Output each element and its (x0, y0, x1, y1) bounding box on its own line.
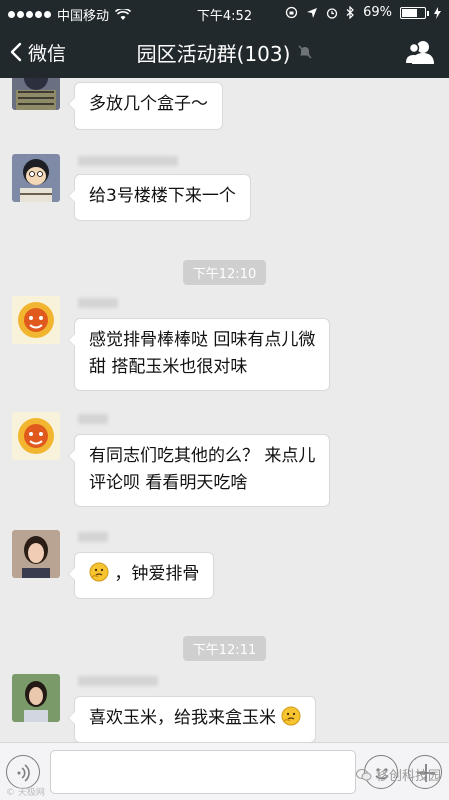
wifi-icon (115, 8, 132, 20)
message-text: ，钟爱排骨 (114, 564, 200, 584)
message-text-line: 甜 搭配玉米也很对味 (89, 357, 248, 377)
status-bar: 中国移动 下午4:52 69% (0, 0, 449, 26)
avatar[interactable] (12, 154, 60, 202)
message-input[interactable] (50, 750, 356, 794)
voice-icon (17, 764, 30, 782)
sender-name (78, 532, 108, 542)
message-text: 多放几个盒子～ (89, 94, 208, 114)
avatar[interactable] (12, 412, 60, 460)
message-text-line: 有同志们吃其他的么？ 来点儿 (89, 446, 316, 466)
nav-bar: 微信 园区活动群(103) (0, 26, 449, 78)
charging-icon (434, 6, 441, 19)
timestamp: 下午12:11 (0, 636, 449, 661)
message-bubble[interactable]: 喜欢玉米，给我来盒玉米 (67, 696, 317, 742)
sender-name (78, 298, 118, 308)
page-title: 园区活动群(103) (136, 41, 291, 66)
message-bubble[interactable]: 多放几个盒子～ (68, 82, 223, 130)
voice-button[interactable] (6, 755, 40, 789)
chat-area: 多放几个盒子～ 给3号楼楼下来一个 下午12:10 感觉排骨棒棒哒 回味有点儿微… (0, 78, 449, 742)
thinking-face-icon (89, 562, 109, 582)
message-bubble[interactable]: 有同志们吃其他的么？ 来点儿 评论呗 看看明天吃啥 (67, 434, 331, 507)
signal-strength-icon (8, 11, 51, 18)
timestamp: 下午12:10 (0, 260, 449, 285)
message-text-line: 感觉排骨棒棒哒 回味有点儿微 (89, 330, 316, 350)
message-bubble[interactable]: 感觉排骨棒棒哒 回味有点儿微 甜 搭配玉米也很对味 (67, 318, 331, 391)
battery-icon (400, 6, 429, 19)
message-text: 给3号楼楼下来一个 (89, 186, 236, 206)
back-label: 微信 (28, 42, 67, 65)
mute-icon (298, 45, 312, 59)
alarm-icon (326, 7, 338, 19)
group-members-button[interactable] (405, 38, 435, 66)
sender-name (78, 414, 108, 424)
back-button[interactable]: 微信 (10, 26, 66, 78)
sender-name (78, 676, 158, 686)
input-bar: © 天极网 移创科技园 (0, 742, 449, 800)
rotation-lock-icon (285, 6, 298, 19)
people-icon (406, 41, 434, 64)
battery-percent: 69% (363, 5, 392, 20)
bluetooth-icon (346, 6, 354, 19)
avatar[interactable] (12, 674, 60, 722)
message-bubble[interactable]: 给3号楼楼下来一个 (68, 174, 251, 221)
avatar[interactable] (12, 78, 60, 110)
wechat-logo-icon (355, 768, 372, 780)
message-bubble[interactable]: ，钟爱排骨 (67, 552, 215, 599)
chevron-left-icon (10, 42, 22, 62)
sender-name (78, 156, 178, 166)
message-text-line: 评论呗 看看明天吃啥 (89, 473, 248, 493)
location-icon (307, 7, 318, 18)
thinking-face-icon (281, 706, 301, 726)
message-text: 喜欢玉米，给我来盒玉米 (89, 708, 276, 728)
avatar[interactable] (12, 530, 60, 578)
watermark-right: 移创科技园 (355, 765, 441, 784)
avatar[interactable] (12, 296, 60, 344)
carrier-label: 中国移动 (57, 9, 110, 24)
